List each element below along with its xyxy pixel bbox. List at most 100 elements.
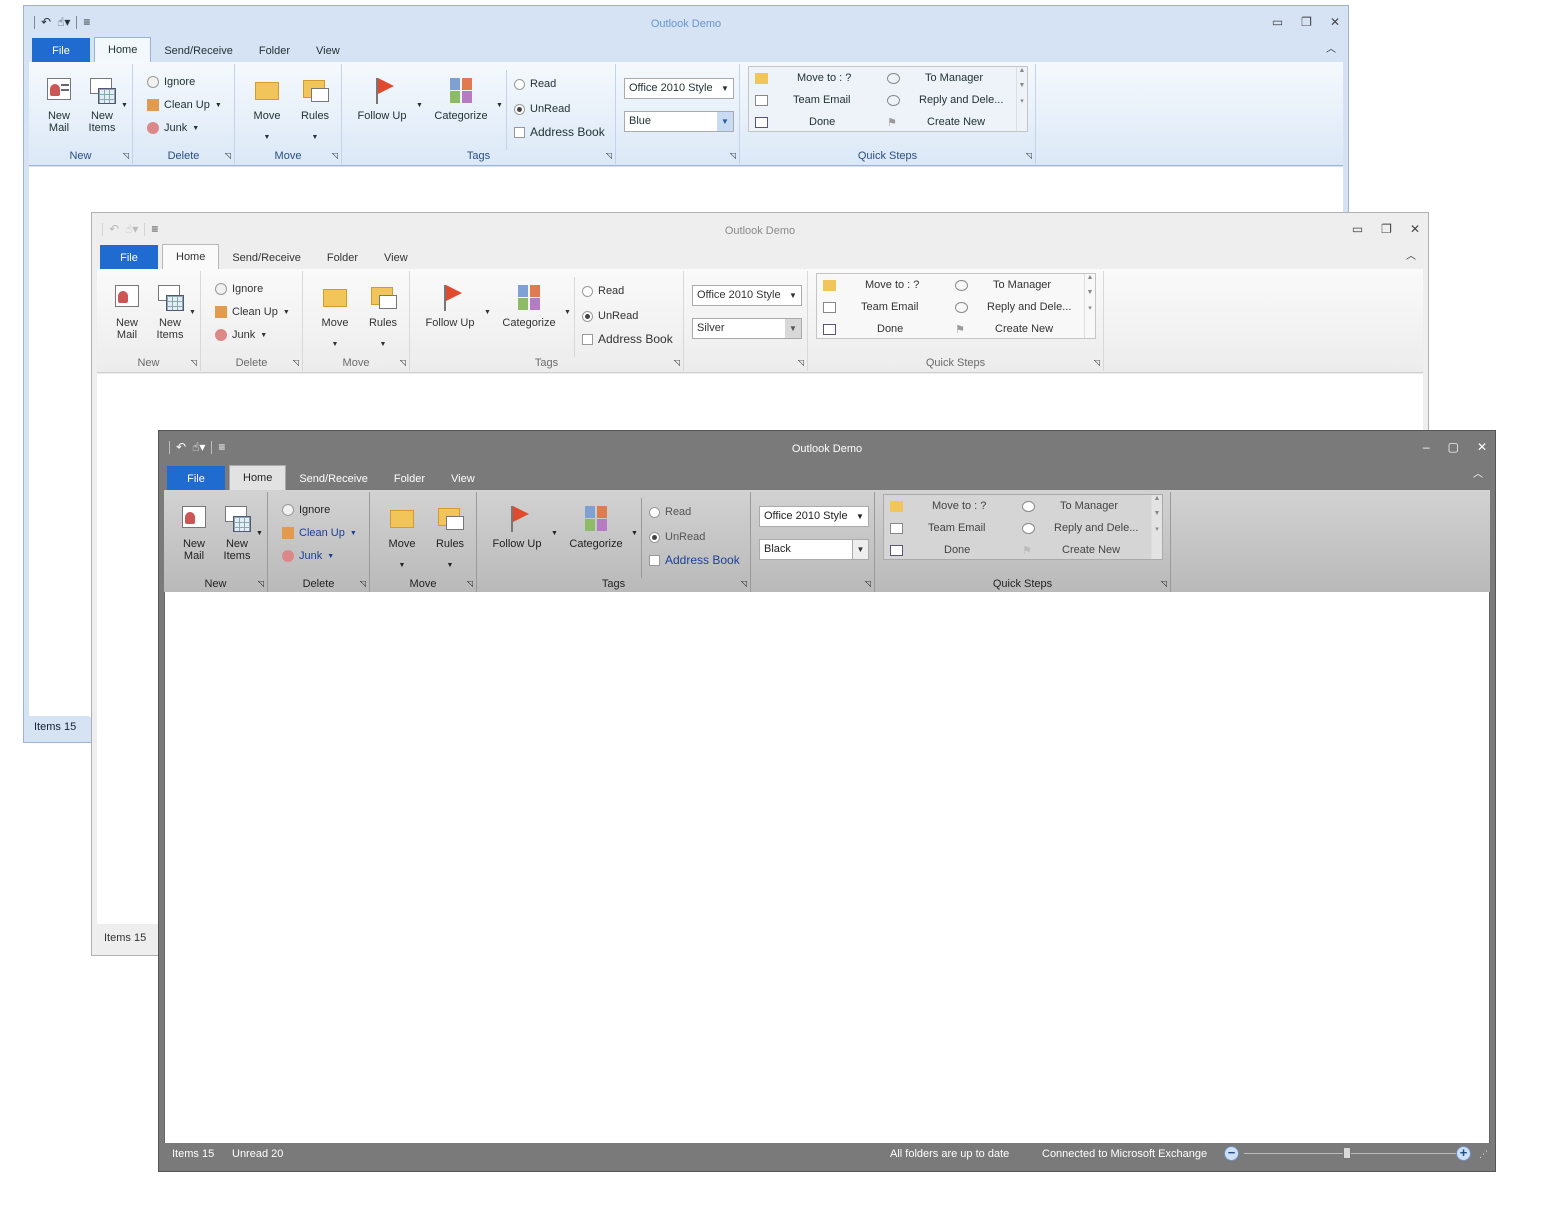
junk-button[interactable]: Junk ▼ [215,329,267,341]
move-button[interactable]: Move ▼ [382,504,422,572]
resize-grip-icon[interactable]: ⋰ [1479,1143,1488,1165]
categorize-button[interactable]: Categorize [561,504,631,550]
unread-radio[interactable]: UnRead [514,103,570,115]
dialog-launcher-icon[interactable]: ◹ [1161,579,1167,588]
qs-create-new[interactable]: Create New [1062,544,1120,556]
tab-view[interactable]: View [303,40,353,62]
follow-up-button[interactable]: Follow Up [418,283,482,329]
gallery-scroll[interactable]: ▲ ▼ ▾ [1151,495,1162,559]
restore-icon[interactable]: ❐ [1301,15,1312,29]
collapse-ribbon-icon[interactable]: ︿ [1326,40,1336,55]
gallery-scroll[interactable]: ▲ ▼ ▾ [1016,67,1027,131]
qs-to-manager[interactable]: To Manager [925,72,983,84]
new-items-button[interactable]: New Items [149,283,191,341]
collapse-ribbon-icon[interactable]: ︿ [1473,465,1483,480]
dialog-launcher-icon[interactable]: ◹ [730,151,736,160]
new-items-button[interactable]: New Items [81,76,123,134]
qs-done[interactable]: Done [877,323,903,335]
dialog-launcher-icon[interactable]: ◹ [741,579,747,588]
read-radio[interactable]: Read [649,506,691,518]
dialog-launcher-icon[interactable]: ◹ [225,151,231,160]
address-book-checkbox[interactable]: Address Book [582,332,673,346]
qs-team-email[interactable]: Team Email [793,94,850,106]
junk-button[interactable]: Junk ▼ [147,122,199,134]
tab-file[interactable]: File [32,38,90,62]
style-combo[interactable]: Office 2010 Style ▼ [759,506,869,527]
qs-team-email[interactable]: Team Email [861,301,918,313]
rules-button[interactable]: Rules ▼ [363,283,403,351]
address-book-checkbox[interactable]: Address Book [649,553,740,567]
tab-home[interactable]: Home [162,244,220,269]
move-button[interactable]: Move ▼ [247,76,287,144]
dialog-launcher-icon[interactable]: ◹ [674,358,680,367]
minimize-icon[interactable]: – [1423,440,1430,454]
ignore-button[interactable]: Ignore [215,283,263,295]
close-icon[interactable]: ✕ [1477,440,1487,454]
qs-done[interactable]: Done [809,116,835,128]
move-button[interactable]: Move ▼ [315,283,355,351]
rules-button[interactable]: Rules ▼ [430,504,470,572]
maximize-icon[interactable]: ▢ [1448,440,1459,454]
junk-button[interactable]: Junk ▼ [282,550,334,562]
qs-move-to[interactable]: Move to : ? [932,500,986,512]
gallery-scroll[interactable]: ▲ ▼ ▾ [1084,274,1095,338]
qs-create-new[interactable]: Create New [995,323,1053,335]
clean-up-button[interactable]: Clean Up ▼ [282,527,357,539]
tab-send-receive[interactable]: Send/Receive [151,40,246,62]
address-book-checkbox[interactable]: Address Book [514,125,605,139]
dialog-launcher-icon[interactable]: ◹ [1026,151,1032,160]
dialog-launcher-icon[interactable]: ◹ [865,579,871,588]
theme-combo[interactable]: Blue ▼ [624,111,734,132]
unread-radio[interactable]: UnRead [649,531,705,543]
close-icon[interactable]: ✕ [1410,222,1420,236]
tab-home[interactable]: Home [229,465,287,490]
tab-folder[interactable]: Folder [381,468,438,490]
categorize-button[interactable]: Categorize [494,283,564,329]
qs-move-to[interactable]: Move to : ? [865,279,919,291]
tab-file[interactable]: File [100,245,158,269]
tab-folder[interactable]: Folder [246,40,303,62]
dialog-launcher-icon[interactable]: ◹ [293,358,299,367]
dialog-launcher-icon[interactable]: ◹ [258,579,264,588]
theme-combo[interactable]: Silver ▼ [692,318,802,339]
qs-reply-delete[interactable]: Reply and Dele... [919,94,1003,106]
new-mail-button[interactable]: New Mail [39,76,79,134]
zoom-in-button[interactable]: + [1456,1146,1471,1161]
qs-move-to[interactable]: Move to : ? [797,72,851,84]
zoom-out-button[interactable]: − [1224,1146,1239,1161]
qs-team-email[interactable]: Team Email [928,522,985,534]
read-radio[interactable]: Read [514,78,556,90]
dialog-launcher-icon[interactable]: ◹ [1094,358,1100,367]
dialog-launcher-icon[interactable]: ◹ [123,151,129,160]
rules-button[interactable]: Rules ▼ [295,76,335,144]
ignore-button[interactable]: Ignore [147,76,195,88]
clean-up-button[interactable]: Clean Up ▼ [147,99,222,111]
tab-send-receive[interactable]: Send/Receive [286,468,381,490]
ignore-button[interactable]: Ignore [282,504,330,516]
minimize-icon[interactable]: ▭ [1352,222,1363,236]
qs-done[interactable]: Done [944,544,970,556]
read-radio[interactable]: Read [582,285,624,297]
qs-to-manager[interactable]: To Manager [1060,500,1118,512]
qs-create-new[interactable]: Create New [927,116,985,128]
dialog-launcher-icon[interactable]: ◹ [400,358,406,367]
zoom-slider-thumb[interactable] [1343,1147,1351,1159]
style-combo[interactable]: Office 2010 Style ▼ [692,285,802,306]
tab-home[interactable]: Home [94,37,152,62]
qs-to-manager[interactable]: To Manager [993,279,1051,291]
qs-reply-delete[interactable]: Reply and Dele... [1054,522,1138,534]
qs-reply-delete[interactable]: Reply and Dele... [987,301,1071,313]
tab-view[interactable]: View [371,247,421,269]
tab-file[interactable]: File [167,466,225,490]
categorize-button[interactable]: Categorize [426,76,496,122]
restore-icon[interactable]: ❐ [1381,222,1392,236]
dialog-launcher-icon[interactable]: ◹ [606,151,612,160]
tab-view[interactable]: View [438,468,488,490]
dialog-launcher-icon[interactable]: ◹ [332,151,338,160]
new-mail-button[interactable]: New Mail [174,504,214,562]
dialog-launcher-icon[interactable]: ◹ [467,579,473,588]
follow-up-button[interactable]: Follow Up [485,504,549,550]
tab-send-receive[interactable]: Send/Receive [219,247,314,269]
new-items-button[interactable]: New Items [216,504,258,562]
clean-up-button[interactable]: Clean Up ▼ [215,306,290,318]
